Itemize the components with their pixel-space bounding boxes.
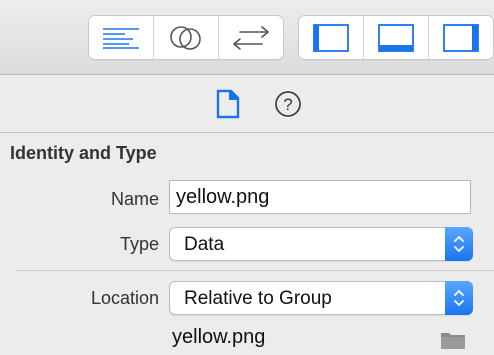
standard-editor-icon xyxy=(103,27,139,49)
section-title: Identity and Type xyxy=(10,143,157,163)
file-inspector-icon xyxy=(216,89,240,119)
assistant-editor-icon xyxy=(170,25,201,50)
type-label: Type xyxy=(119,234,159,254)
debug-area-toggle-icon xyxy=(378,23,414,52)
quick-help-icon: ? xyxy=(275,91,301,117)
toolbar xyxy=(0,0,494,75)
version-editor-icon xyxy=(233,25,269,50)
file-name-text: yellow.png xyxy=(172,326,266,348)
folder-icon[interactable] xyxy=(440,330,466,355)
popup-stepper-icon xyxy=(445,227,473,261)
type-popup[interactable]: Data xyxy=(169,227,473,261)
location-label: Location xyxy=(90,288,159,308)
popup-stepper-icon xyxy=(445,281,473,315)
view-toggle-segmented-control xyxy=(299,16,493,59)
tab-quick-help[interactable]: ? xyxy=(273,89,303,119)
location-value: Relative to Group xyxy=(184,288,332,309)
name-label: Name xyxy=(110,189,159,209)
assistant-editor-button[interactable] xyxy=(154,16,219,59)
navigator-toggle-button[interactable] xyxy=(299,16,364,59)
location-popup[interactable]: Relative to Group xyxy=(169,281,473,315)
utilities-toggle-icon xyxy=(443,23,479,52)
type-value: Data xyxy=(184,234,225,255)
editor-mode-segmented-control xyxy=(89,16,283,59)
version-editor-button[interactable] xyxy=(219,16,283,59)
tab-file-inspector[interactable] xyxy=(213,89,243,119)
name-field[interactable] xyxy=(169,180,471,214)
svg-text:?: ? xyxy=(283,95,292,114)
inspector-tab-bar: ? xyxy=(0,75,494,133)
standard-editor-button[interactable] xyxy=(89,16,154,59)
utilities-toggle-button[interactable] xyxy=(429,16,493,59)
divider xyxy=(16,270,494,271)
navigator-toggle-icon xyxy=(313,23,349,52)
debug-area-toggle-button[interactable] xyxy=(364,16,429,59)
